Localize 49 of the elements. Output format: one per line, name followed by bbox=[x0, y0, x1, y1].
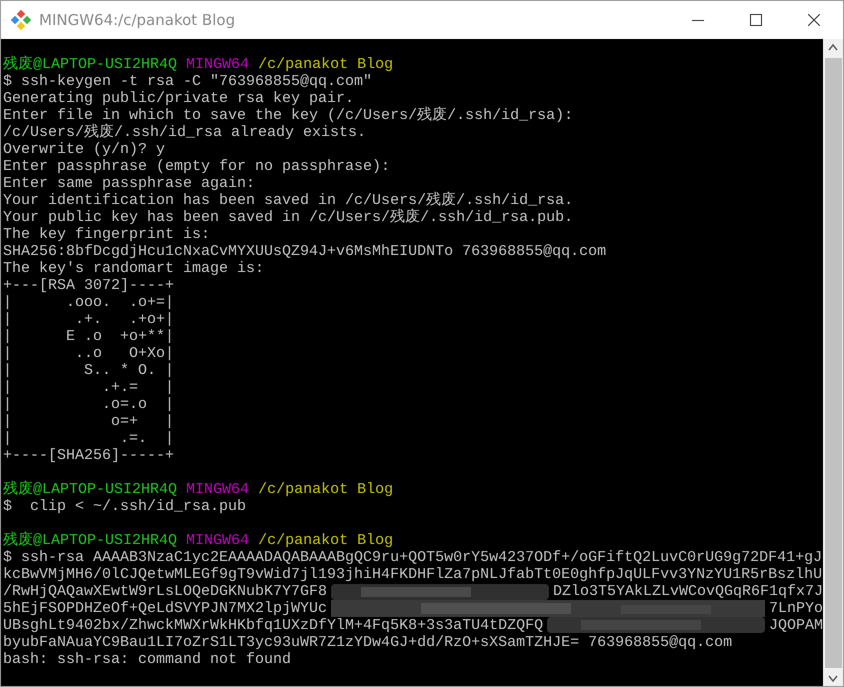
key-fragment: 5hEjFSOPDHZeOf+QeLdSVYPJN7MX2lpjWYUc bbox=[3, 600, 328, 617]
terminal-line: +----[SHA256]-----+ bbox=[3, 447, 174, 464]
terminal-line: +---[RSA 3072]----+ bbox=[3, 277, 174, 294]
terminal-line: Your public key has been saved in /c/Users/残废/.ssh/id_rsa.pub. bbox=[3, 209, 574, 226]
terminal-line: Enter passphrase (empty for no passphrase): bbox=[3, 158, 390, 175]
terminal-line: /c/Users/残废/.ssh/id_rsa already exists. bbox=[3, 124, 366, 141]
terminal-line: | .+. .+o+| bbox=[3, 311, 174, 328]
scrollbar[interactable] bbox=[823, 39, 843, 686]
key-fragment: /RwHjQAQawXEwtW9rLsLOQeDGKNubK7Y7GF8 bbox=[3, 583, 328, 600]
maximize-icon bbox=[750, 14, 762, 26]
terminal-line: bash: ssh-rsa: command not found bbox=[3, 651, 292, 668]
window-title: MINGW64:/c/panakot Blog bbox=[39, 11, 236, 29]
prompt-shell: MINGW64 bbox=[186, 56, 250, 73]
terminal-line: | .ooo. .o+=| bbox=[3, 294, 174, 311]
terminal-line: Enter same passphrase again: bbox=[3, 175, 256, 192]
scroll-thumb[interactable] bbox=[824, 58, 842, 668]
terminal-line: kcBwVMjMH6/0lCJQetwMLEGf9gT9vWid7jl193jhiH4FKDHFlZa7pNLJfabTt0E0ghfpJqULFvv3YNzYU1R5rBszlhU bbox=[3, 566, 822, 583]
terminal-line: $ ssh-rsa AAAAB3NzaC1yc2EAAAADAQABAAABgQC9ru+QOT5w0rY5w4237ODf+/oGFiftQ2LuvC0rUG9g72DF41+gJ bbox=[3, 549, 822, 566]
terminal-line: | E .o +o+**| bbox=[3, 328, 174, 345]
close-icon bbox=[808, 14, 820, 26]
prompt-path: /c/panakot Blog bbox=[258, 481, 394, 498]
key-fragment: JQOPAM bbox=[768, 617, 823, 634]
terminal-line: $ ssh-keygen -t rsa -C "763968855@qq.com" bbox=[3, 73, 372, 90]
prompt-user: 残废@LAPTOP-USI2HR4Q bbox=[3, 56, 178, 73]
prompt-user: 残废@LAPTOP-USI2HR4Q bbox=[3, 532, 178, 549]
key-fragment: UBsghLt9402bx/ZhwckMWXrWkHKbfq1UXzDfYlM+4Fq5K8+3s3aTU4tDZQFQ bbox=[3, 617, 544, 634]
prompt-shell: MINGW64 bbox=[186, 481, 250, 498]
prompt-user: 残废@LAPTOP-USI2HR4Q bbox=[3, 481, 178, 498]
key-fragment: 7LnPYo bbox=[768, 600, 823, 617]
terminal-line: The key fingerprint is: bbox=[3, 226, 210, 243]
terminal-line: $ clip < ~/.ssh/id_rsa.pub bbox=[3, 498, 246, 515]
prompt-path: /c/panakot Blog bbox=[258, 56, 394, 73]
terminal-line: SHA256:8bfDcgdjHcu1cNxaCvMYXUUsQZ94J+v6MsMhEIUDNTo 763968855@qq.com bbox=[3, 243, 606, 260]
terminal-line: Enter file in which to save the key (/c/Users/残废/.ssh/id_rsa): bbox=[3, 107, 574, 124]
prompt-shell: MINGW64 bbox=[186, 532, 250, 549]
terminal-line: | .=. | bbox=[3, 430, 174, 447]
terminal-line: byubFaNAuaYC9Bau1LI7oZrS1LT3yc93uWR7Z1zYDw4GJ+dd/RzO+sXSamTZHJE= 763968855@qq.com bbox=[3, 634, 732, 651]
key-fragment: DZlo3T5YAkLZLvWCovQGqR6F1qfx7J bbox=[552, 583, 823, 600]
terminal-line: Generating public/private rsa key pair. bbox=[3, 90, 354, 107]
terminal-line: Overwrite (y/n)? y bbox=[3, 141, 166, 158]
terminal-line: | o=+ | bbox=[3, 413, 174, 430]
terminal-line: The key's randomart image is: bbox=[3, 260, 264, 277]
prompt-path: /c/panakot Blog bbox=[258, 532, 394, 549]
terminal-line: | ..o O+Xo| bbox=[3, 345, 174, 362]
terminal-line: | .+.= | bbox=[3, 379, 174, 396]
app-icon bbox=[11, 10, 31, 30]
terminal-line: Your identification has been saved in /c/Users/残废/.ssh/id_rsa. bbox=[3, 192, 574, 209]
terminal-line: | S.. * O. | bbox=[3, 362, 174, 379]
terminal-line: | .o=.o | bbox=[3, 396, 174, 413]
